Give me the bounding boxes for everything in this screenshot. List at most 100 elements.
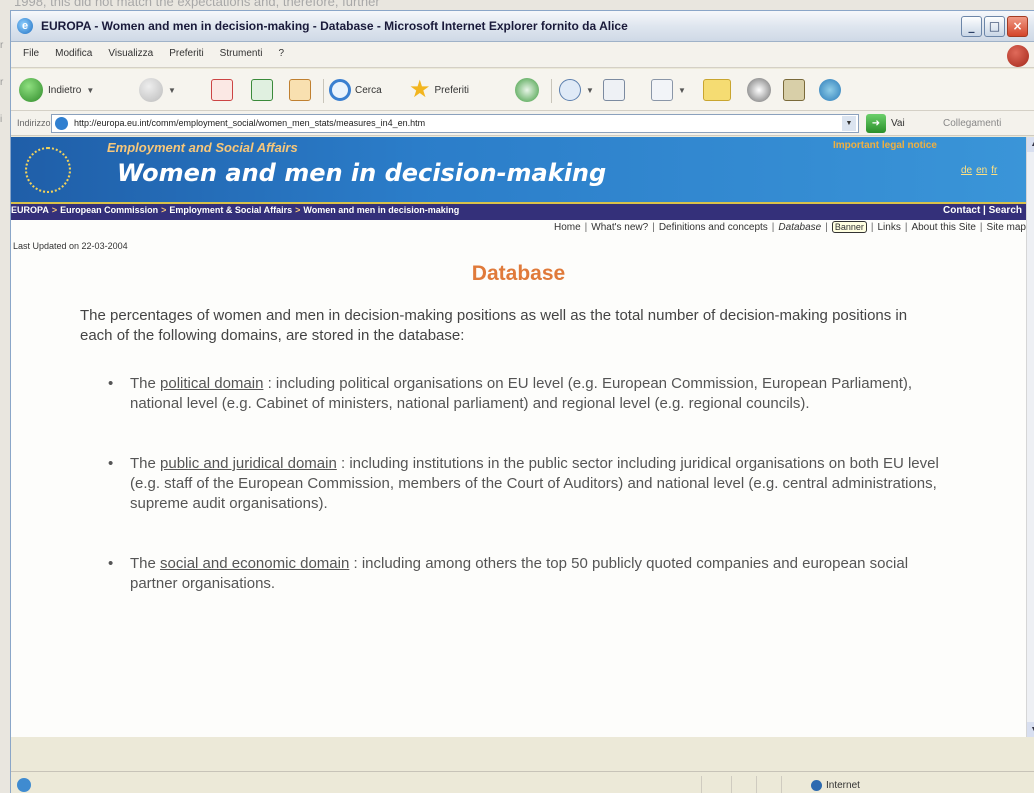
back-label: Indietro bbox=[48, 84, 82, 96]
favorites-label: Preferiti bbox=[434, 84, 469, 96]
search-label: Cerca bbox=[355, 84, 382, 96]
folder-button[interactable] bbox=[703, 77, 731, 103]
go-button[interactable]: Vai bbox=[891, 118, 905, 129]
back-arrow-icon bbox=[19, 78, 43, 102]
scroll-up-icon[interactable]: ▲ bbox=[1027, 137, 1034, 152]
links-button[interactable]: Collegamenti bbox=[943, 118, 1001, 129]
nav-divider: | bbox=[584, 222, 588, 233]
list-item-prefix: The bbox=[130, 455, 156, 472]
security-zone: Internet bbox=[826, 780, 860, 791]
folder-icon bbox=[703, 79, 731, 101]
home-button[interactable] bbox=[289, 77, 311, 103]
nav-divider: | bbox=[771, 222, 775, 233]
menu-strumenti[interactable]: Strumenti bbox=[212, 42, 271, 59]
go-arrow-icon[interactable]: ➜ bbox=[866, 114, 886, 133]
nav-about[interactable]: About this Site bbox=[911, 222, 975, 233]
internet-zone-icon bbox=[811, 780, 822, 791]
window-title: EUROPA - Women and men in decision-makin… bbox=[41, 19, 628, 33]
address-input[interactable]: http://europa.eu.int/comm/employment_soc… bbox=[51, 114, 859, 133]
messenger-button[interactable] bbox=[747, 77, 771, 103]
forward-arrow-icon bbox=[139, 78, 163, 102]
book-icon bbox=[783, 79, 805, 101]
breadcrumb-employment[interactable]: Employment & Social Affairs bbox=[169, 205, 292, 215]
search-button[interactable]: Cerca bbox=[329, 77, 382, 103]
background-document-text: 1998, this did not match the expectation… bbox=[14, 0, 380, 9]
menu-help[interactable]: ? bbox=[270, 42, 292, 59]
contact-link[interactable]: Contact bbox=[943, 205, 980, 216]
breadcrumb-separator: > bbox=[295, 205, 301, 215]
list-item: The social and economic domain : includi… bbox=[108, 554, 948, 594]
breadcrumb-europa[interactable]: EUROPA bbox=[11, 205, 49, 215]
favorites-button[interactable]: ★ Preferiti bbox=[409, 77, 469, 103]
page-status-icon bbox=[17, 778, 31, 792]
last-updated: Last Updated on 22-03-2004 bbox=[13, 241, 128, 251]
address-bar: Indirizzo http://europa.eu.int/comm/empl… bbox=[11, 111, 1034, 136]
lang-en-link[interactable]: en bbox=[976, 165, 987, 176]
vertical-scrollbar[interactable]: ▲ ▼ bbox=[1026, 137, 1034, 737]
menu-visualizza[interactable]: Visualizza bbox=[100, 42, 161, 59]
nav-definitions[interactable]: Definitions and concepts bbox=[659, 222, 768, 233]
status-divider bbox=[781, 776, 782, 793]
maximize-button[interactable]: □ bbox=[984, 16, 1005, 37]
mail-icon bbox=[559, 79, 581, 101]
address-dropdown-icon[interactable]: ▼ bbox=[842, 116, 856, 131]
breadcrumb-separator: > bbox=[161, 205, 167, 215]
nav-whats-new[interactable]: What's new? bbox=[591, 222, 648, 233]
nav-site-map[interactable]: Site map bbox=[987, 222, 1026, 233]
breadcrumb-current[interactable]: Women and men in decision-making bbox=[303, 205, 459, 215]
list-item-prefix: The bbox=[130, 555, 156, 572]
windows-logo-icon bbox=[1007, 45, 1029, 67]
title-bar[interactable]: e EUROPA - Women and men in decision-mak… bbox=[11, 11, 1034, 42]
department-name: Employment and Social Affairs bbox=[107, 140, 298, 155]
minimize-button[interactable]: _ bbox=[961, 16, 982, 37]
stop-button[interactable] bbox=[211, 77, 233, 103]
edit-icon bbox=[651, 79, 673, 101]
breadcrumb-commission[interactable]: European Commission bbox=[60, 205, 158, 215]
legal-notice-link[interactable]: Important legal notice bbox=[833, 140, 937, 151]
site-header: Employment and Social Affairs Women and … bbox=[11, 137, 1026, 202]
menu-preferiti[interactable]: Preferiti bbox=[161, 42, 211, 59]
refresh-button[interactable] bbox=[251, 77, 273, 103]
nav-home[interactable]: Home bbox=[554, 222, 581, 233]
nav-divider: | bbox=[979, 222, 983, 233]
lang-de-link[interactable]: de bbox=[961, 165, 972, 176]
page-title: Database bbox=[471, 262, 566, 285]
contact-search-links: Contact | Search bbox=[943, 205, 1022, 216]
menu-file[interactable]: File bbox=[15, 42, 47, 59]
status-divider bbox=[731, 776, 732, 793]
nav-divider: | bbox=[825, 222, 828, 233]
list-item: The political domain : including politic… bbox=[108, 374, 948, 414]
nav-divider: | bbox=[904, 222, 908, 233]
edit-button[interactable]: ▼ bbox=[651, 77, 686, 103]
address-label: Indirizzo bbox=[17, 118, 51, 128]
history-button[interactable] bbox=[515, 77, 539, 103]
back-button[interactable]: Indietro ▼ bbox=[19, 77, 94, 103]
users-button[interactable] bbox=[819, 77, 841, 103]
chevron-down-icon: ▼ bbox=[86, 85, 95, 95]
stop-icon bbox=[211, 79, 233, 101]
home-icon bbox=[289, 79, 311, 101]
nav-database[interactable]: Database bbox=[778, 222, 821, 233]
forward-button[interactable]: ▼ bbox=[139, 77, 176, 103]
social-economic-domain-link[interactable]: social and economic domain bbox=[160, 555, 349, 572]
status-divider bbox=[701, 776, 702, 793]
domain-list: The political domain : including politic… bbox=[108, 374, 948, 634]
political-domain-link[interactable]: political domain bbox=[160, 375, 263, 392]
nav-links[interactable]: Links bbox=[877, 222, 900, 233]
search-link[interactable]: Search bbox=[989, 205, 1022, 216]
lang-fr-link[interactable]: fr bbox=[991, 165, 997, 176]
intro-paragraph: The percentages of women and men in deci… bbox=[80, 307, 908, 344]
close-button[interactable]: × bbox=[1007, 16, 1028, 37]
nav-banner[interactable]: Banner bbox=[831, 221, 867, 233]
search-icon bbox=[329, 79, 351, 101]
print-button[interactable] bbox=[603, 77, 625, 103]
menu-modifica[interactable]: Modifica bbox=[47, 42, 100, 59]
toolbar-separator bbox=[323, 79, 324, 103]
site-title: Women and men in decision-making bbox=[117, 159, 607, 187]
breadcrumb-separator: > bbox=[51, 205, 58, 215]
research-button[interactable] bbox=[783, 77, 805, 103]
mail-button[interactable]: ▼ bbox=[559, 77, 594, 103]
scroll-down-icon[interactable]: ▼ bbox=[1027, 722, 1034, 737]
chevron-down-icon: ▼ bbox=[168, 85, 176, 95]
public-juridical-domain-link[interactable]: public and juridical domain bbox=[160, 455, 337, 472]
